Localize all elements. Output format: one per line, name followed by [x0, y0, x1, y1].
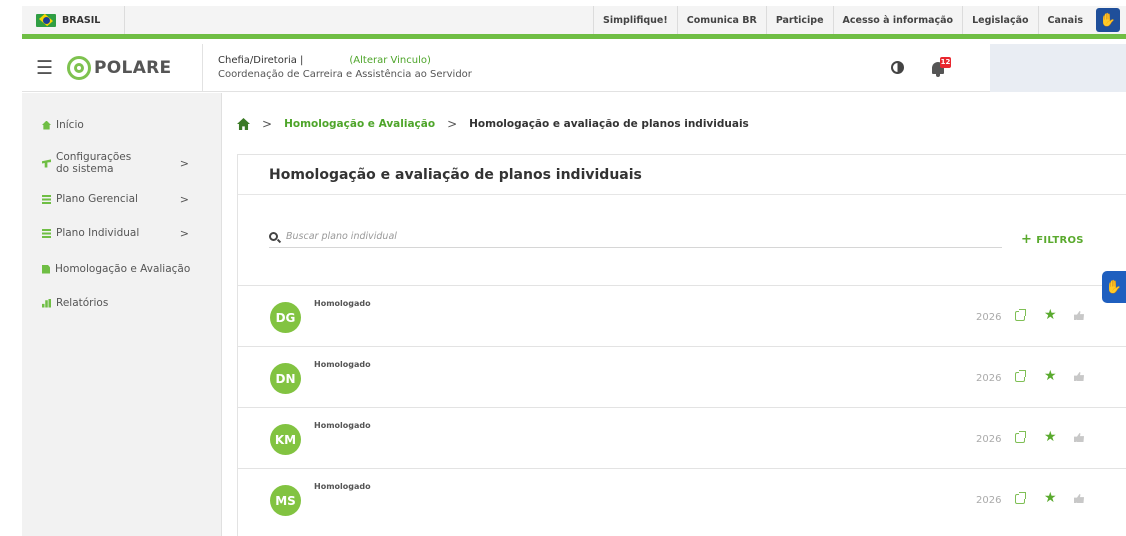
plus-icon: +: [1021, 232, 1033, 247]
document-icon: [42, 264, 50, 274]
avatar: DG: [270, 302, 301, 333]
contrast-toggle-icon[interactable]: [891, 61, 904, 74]
star-icon[interactable]: ★: [1044, 307, 1057, 323]
gov-brand-label: BRASIL: [62, 14, 101, 26]
status-badge: Homologado: [314, 421, 371, 430]
status-badge: Homologado: [314, 299, 371, 308]
star-icon[interactable]: ★: [1044, 368, 1057, 384]
plan-year: 2026: [976, 495, 1002, 506]
chevron-right-icon: >: [179, 156, 189, 170]
header-user-area: [990, 43, 1126, 92]
sidebar-item-label: Homologação e Avaliação: [55, 263, 191, 275]
breadcrumb-link-homologacao[interactable]: Homologação e Avaliação: [284, 118, 435, 130]
sidebar: Início Configurações do sistema > Plano …: [22, 93, 222, 536]
star-icon[interactable]: ★: [1044, 429, 1057, 445]
gov-link-legislacao[interactable]: Legislação: [962, 6, 1037, 34]
plan-year: 2026: [976, 312, 1002, 323]
sidebar-item-label: Configurações do sistema: [56, 151, 132, 175]
polare-logo-icon: [67, 55, 92, 80]
gov-link-simplifique[interactable]: Simplifique!: [593, 6, 677, 34]
sidebar-item-homologacao[interactable]: Homologação e Avaliação: [22, 259, 221, 279]
avatar: MS: [270, 485, 301, 516]
star-icon[interactable]: ★: [1044, 490, 1057, 506]
chevron-right-icon: >: [179, 226, 189, 240]
thumbs-up-icon[interactable]: [1074, 311, 1084, 320]
search-input[interactable]: [286, 230, 886, 242]
filters-label: FILTROS: [1036, 235, 1084, 246]
notifications-button[interactable]: 12: [932, 56, 952, 79]
home-icon: [42, 120, 51, 130]
vlibras-icon[interactable]: ✋: [1096, 8, 1120, 32]
open-external-icon[interactable]: [1015, 492, 1026, 504]
gov-bar: BRASIL Simplifique! Comunica BR Particip…: [22, 6, 1126, 39]
status-badge: Homologado: [314, 360, 371, 369]
vlibras-widget-button[interactable]: ✋: [1102, 271, 1126, 303]
sidebar-item-label: Início: [56, 119, 84, 131]
sidebar-item-configuracoes[interactable]: Configurações do sistema >: [22, 147, 221, 179]
config-icon: [42, 159, 51, 168]
polare-logo-text: POLARE: [94, 57, 172, 78]
plan-list: DG Homologado 2026 ★ DN Homologado 2026 …: [238, 285, 1126, 529]
table-row[interactable]: DG Homologado 2026 ★: [238, 285, 1126, 346]
user-role: Chefia/Diretoria | (Alterar Vinculo) Coo…: [203, 55, 472, 80]
thumbs-up-icon[interactable]: [1074, 372, 1084, 381]
list-icon: [42, 194, 51, 204]
gov-link-canais[interactable]: Canais: [1037, 6, 1092, 34]
open-external-icon[interactable]: [1015, 309, 1026, 321]
plans-card: Homologação e avaliação de planos indivi…: [237, 154, 1126, 536]
avatar: DN: [270, 363, 301, 394]
brazil-flag-icon: [36, 13, 56, 27]
search-icon: [269, 231, 278, 241]
role-title: Chefia/Diretoria |: [218, 55, 304, 66]
app-header: ☰ POLARE Chefia/Diretoria | (Alterar Vin…: [22, 43, 1126, 92]
status-badge: Homologado: [314, 482, 371, 491]
gov-links: Simplifique! Comunica BR Participe Acess…: [593, 6, 1126, 34]
breadcrumb-separator: >: [447, 117, 458, 131]
avatar: KM: [270, 424, 301, 455]
home-icon[interactable]: [237, 118, 250, 130]
header-logo-area: ☰ POLARE: [22, 43, 203, 92]
open-external-icon[interactable]: [1015, 370, 1026, 382]
table-row[interactable]: MS Homologado 2026 ★: [238, 468, 1126, 529]
filters-button[interactable]: + FILTROS: [1021, 232, 1084, 247]
sidebar-item-relatorios[interactable]: Relatórios: [22, 293, 221, 313]
thumbs-up-icon[interactable]: [1074, 494, 1084, 503]
gov-link-acesso[interactable]: Acesso à informação: [832, 6, 963, 34]
role-unit: Coordenação de Carreira e Assistência ao…: [218, 69, 472, 80]
change-link-button[interactable]: (Alterar Vinculo): [349, 55, 431, 66]
thumbs-up-icon[interactable]: [1074, 433, 1084, 442]
header-actions: 12: [891, 43, 1126, 92]
chart-icon: [42, 298, 51, 308]
table-row[interactable]: DN Homologado 2026 ★: [238, 346, 1126, 407]
polare-logo[interactable]: POLARE: [67, 55, 172, 80]
sidebar-item-label: Plano Gerencial: [56, 193, 138, 205]
sidebar-item-inicio[interactable]: Início: [22, 115, 221, 135]
chevron-right-icon: >: [179, 192, 189, 206]
notification-badge: 12: [940, 56, 951, 68]
sidebar-item-label: Plano Individual: [56, 227, 140, 239]
sidebar-item-plano-individual[interactable]: Plano Individual >: [22, 223, 221, 243]
table-row[interactable]: KM Homologado 2026 ★: [238, 407, 1126, 468]
sidebar-item-plano-gerencial[interactable]: Plano Gerencial >: [22, 189, 221, 209]
plan-year: 2026: [976, 373, 1002, 384]
sidebar-item-label: Relatórios: [56, 297, 109, 309]
open-external-icon[interactable]: [1015, 431, 1026, 443]
search-bar: [269, 225, 1002, 248]
gov-brand-link[interactable]: BRASIL: [22, 6, 125, 34]
gov-link-participe[interactable]: Participe: [765, 6, 833, 34]
breadcrumb-separator: >: [262, 117, 273, 131]
plan-year: 2026: [976, 434, 1002, 445]
gov-link-comunica[interactable]: Comunica BR: [676, 6, 766, 34]
breadcrumb-current: Homologação e avaliação de planos indivi…: [469, 118, 749, 130]
page-title: Homologação e avaliação de planos indivi…: [238, 155, 1126, 195]
breadcrumb: > Homologação e Avaliação > Homologação …: [237, 117, 749, 131]
list-icon: [42, 228, 51, 238]
menu-icon[interactable]: ☰: [36, 57, 53, 79]
